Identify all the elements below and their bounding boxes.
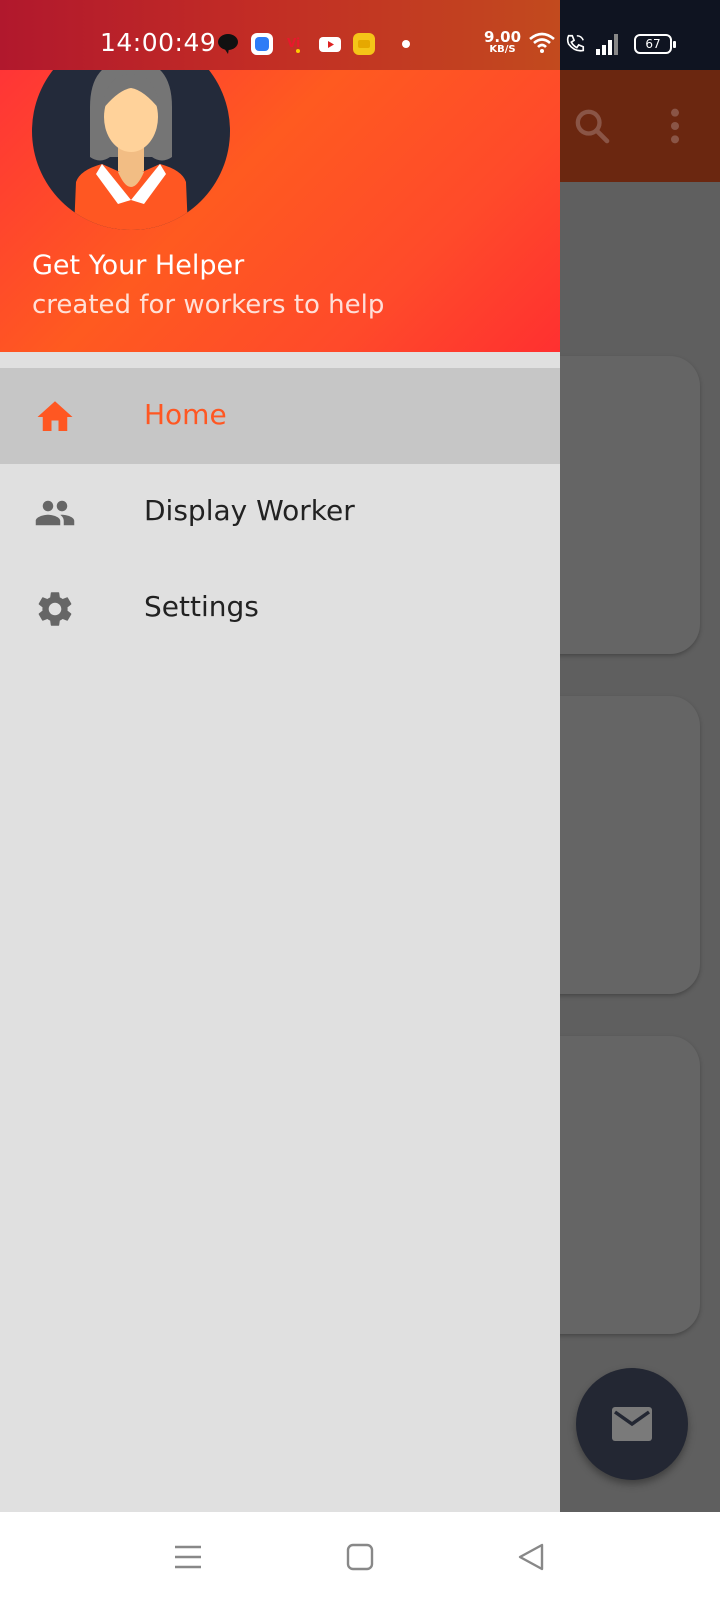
- search-icon[interactable]: [572, 106, 612, 146]
- home-square-icon[interactable]: [343, 1540, 377, 1574]
- navigation-drawer: Get Your Helper created for workers to h…: [0, 0, 560, 1512]
- people-icon: [35, 500, 75, 526]
- chat-bubble-icon: [218, 34, 238, 54]
- vi-carrier-icon: Vi: [287, 36, 300, 53]
- drawer-item-home[interactable]: Home: [0, 368, 560, 464]
- drawer-item-label: Home: [144, 398, 227, 431]
- drawer-item-label: Settings: [144, 590, 259, 623]
- status-bar: 14:00:49 Vi 9.00 KB/S 67: [0, 0, 720, 70]
- home-icon: [37, 401, 73, 431]
- notification-dot-icon: [402, 40, 410, 48]
- mail-fab-button[interactable]: [576, 1368, 688, 1480]
- back-triangle-icon[interactable]: [515, 1540, 549, 1574]
- system-nav-bar: [0, 1512, 720, 1600]
- status-time: 14:00:49: [100, 28, 217, 57]
- net-speed-unit: KB/S: [489, 44, 516, 55]
- drawer-item-settings[interactable]: Settings: [0, 560, 560, 656]
- more-vert-icon[interactable]: [662, 106, 688, 146]
- signal-icon: [596, 34, 618, 55]
- drawer-app-title: Get Your Helper: [32, 250, 245, 281]
- net-speed: 9.00 KB/S: [484, 30, 521, 55]
- battery-icon: 67: [634, 34, 676, 54]
- yellow-app-icon: [353, 33, 375, 55]
- wifi-icon: [529, 32, 555, 53]
- gear-icon: [38, 592, 72, 626]
- wifi-calling-icon: [566, 34, 585, 52]
- youtube-icon: [319, 37, 341, 52]
- blue-app-icon: [251, 33, 273, 55]
- drawer-app-subtitle: created for workers to help: [32, 290, 385, 320]
- battery-level: 67: [645, 37, 661, 51]
- net-speed-value: 9.00: [484, 28, 522, 46]
- mail-icon: [612, 1407, 652, 1441]
- svg-text:Vi: Vi: [287, 36, 300, 50]
- recents-icon[interactable]: [171, 1540, 205, 1574]
- drawer-item-display-worker[interactable]: Display Worker: [0, 464, 560, 560]
- drawer-item-label: Display Worker: [144, 494, 355, 527]
